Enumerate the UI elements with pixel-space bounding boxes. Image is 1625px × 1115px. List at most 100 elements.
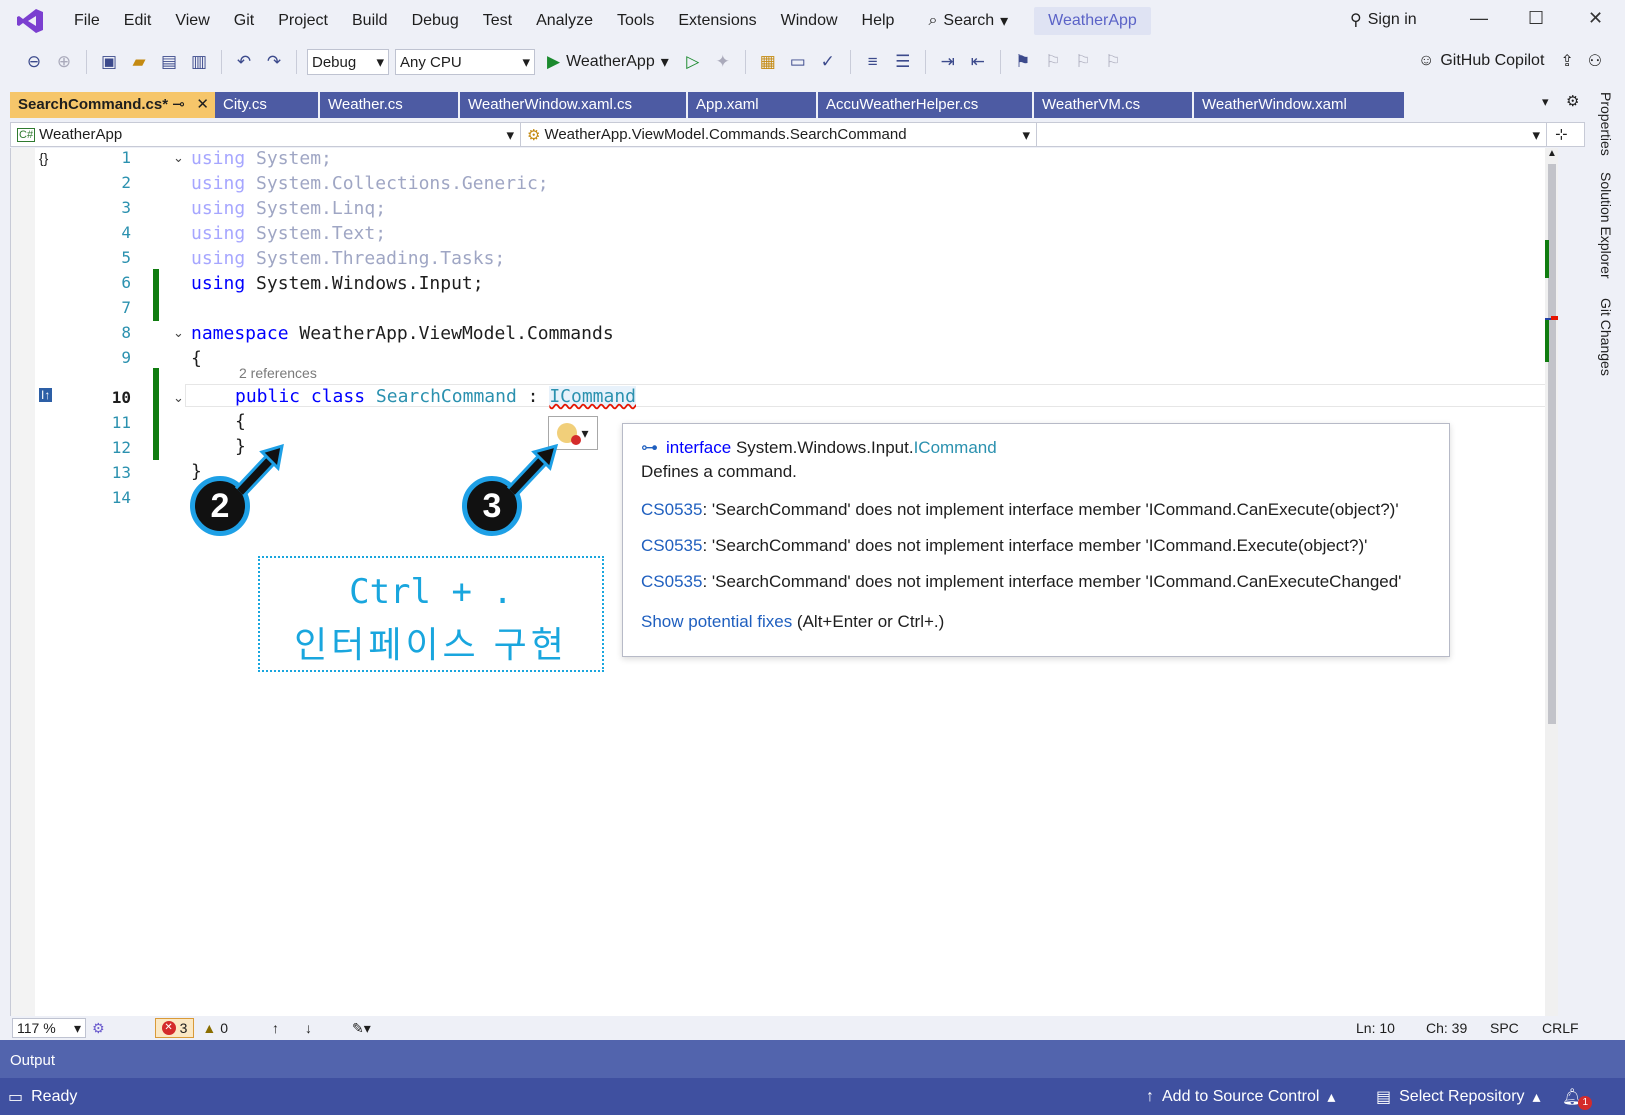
gear-icon[interactable]: ⚙ [1566, 92, 1579, 110]
format-icon[interactable]: ☰ [891, 50, 915, 74]
search-button[interactable]: ⌕ Search ▾ [918, 11, 1018, 31]
notifications-button[interactable]: 🔔︎ 1 [1562, 1084, 1593, 1110]
navigate-back-icon[interactable]: ⊖ [22, 50, 46, 74]
diagnostic-code-link[interactable]: CS0535 [641, 572, 702, 591]
line-number: 11 [111, 413, 131, 432]
outdent-icon[interactable]: ⇤ [966, 50, 990, 74]
output-panel-tab[interactable]: Output [0, 1040, 1625, 1078]
spell-check-icon[interactable]: ✓ [816, 50, 840, 74]
scrollbar-thumb[interactable] [1548, 164, 1556, 724]
solution-explorer-tab[interactable]: Solution Explorer [1598, 172, 1614, 279]
warning-count-button[interactable]: ▲ 0 [202, 1020, 228, 1036]
ready-label: Ready [31, 1087, 78, 1105]
new-project-icon[interactable]: ▣ [97, 50, 121, 74]
ch-indicator[interactable]: Ch: 39 [1426, 1020, 1467, 1036]
previous-issue-icon[interactable]: ↑ [272, 1020, 279, 1036]
redo-icon[interactable]: ↷ [262, 50, 286, 74]
menu-debug[interactable]: Debug [400, 0, 471, 42]
minimize-button[interactable]: — [1470, 8, 1488, 29]
tab-searchcommand[interactable]: SearchCommand.cs* ⊸ ✕ [10, 92, 215, 118]
close-tab-icon[interactable]: ✕ [196, 92, 209, 118]
show-potential-fixes-link[interactable]: Show potential fixes [641, 612, 792, 631]
menu-git[interactable]: Git [222, 0, 266, 42]
properties-tab[interactable]: Properties [1598, 92, 1614, 156]
github-copilot-button[interactable]: ☺ GitHub Copilot ⇪ ⚇ [1418, 51, 1602, 71]
comment-icon[interactable]: ≡ [861, 50, 885, 74]
type-dropdown[interactable]: ⚙ WeatherApp.ViewModel.Commands.SearchCom… [521, 123, 1037, 146]
save-all-icon[interactable]: ▥ [187, 50, 211, 74]
bookmark-icon[interactable]: ⚑ [1011, 50, 1035, 74]
menu-extensions[interactable]: Extensions [666, 0, 768, 42]
member-dropdown[interactable]: ▾ [1037, 123, 1547, 146]
warning-icon: ▲ [202, 1020, 217, 1036]
code-line: using System; [191, 148, 332, 169]
tab-accuweatherhelper[interactable]: AccuWeatherHelper.cs [818, 92, 1032, 118]
code-cleanup-icon[interactable]: ✎▾ [352, 1020, 371, 1037]
tab-overflow-icon[interactable]: ▾ [1542, 94, 1549, 110]
whitespace-indicator[interactable]: SPC [1490, 1020, 1519, 1036]
menu-help[interactable]: Help [850, 0, 907, 42]
menu-project[interactable]: Project [266, 0, 340, 42]
collapse-icon[interactable]: ⌄ [173, 150, 187, 166]
menu-file[interactable]: File [62, 0, 112, 42]
tooltip-keyword: interface [666, 438, 732, 457]
undo-icon[interactable]: ↶ [232, 50, 256, 74]
diagnostic-code-link[interactable]: CS0535 [641, 536, 702, 555]
menu-build[interactable]: Build [340, 0, 400, 42]
tooltip-type[interactable]: ICommand [914, 438, 997, 457]
close-window-button[interactable]: ✕ [1588, 8, 1603, 29]
hot-reload-icon[interactable]: ✦ [711, 50, 735, 74]
menu-tools[interactable]: Tools [605, 0, 666, 42]
tooltip-namespace: System.Windows.Input. [735, 438, 914, 457]
line-number-current: 10 [111, 388, 131, 407]
code-line: using System.Collections.Generic; [191, 173, 549, 194]
codelens-references[interactable]: 2 references [239, 365, 317, 381]
solution-explorer-icon[interactable]: ▦ [756, 50, 780, 74]
vertical-scrollbar[interactable]: ▲ ▼ [1545, 148, 1558, 1034]
collapse-icon[interactable]: ⌄ [173, 325, 187, 341]
maximize-button[interactable]: ☐ [1528, 8, 1544, 29]
platform-dropdown[interactable]: Any CPU ▾ [395, 49, 535, 75]
indent-icon[interactable]: ⇥ [936, 50, 960, 74]
browse-icon[interactable]: ▭ [786, 50, 810, 74]
start-without-debugging-icon[interactable]: ▷ [681, 50, 705, 74]
zoom-dropdown[interactable]: 117 % ▾ [12, 1018, 86, 1038]
standard-toolbar: ⊖ ⊕ ▣ ▰ ▤ ▥ ↶ ↷ Debug ▾ Any CPU ▾ ▶ Weat… [0, 42, 1625, 82]
ln-indicator[interactable]: Ln: 10 [1356, 1020, 1395, 1036]
menu-window[interactable]: Window [769, 0, 850, 42]
menu-view[interactable]: View [163, 0, 221, 42]
start-debugging-button[interactable]: ▶ WeatherApp ▾ [541, 52, 675, 72]
tab-weatherwindow-xaml[interactable]: WeatherWindow.xaml [1194, 92, 1404, 118]
tab-weatherwindow-xaml-cs[interactable]: WeatherWindow.xaml.cs [460, 92, 686, 118]
intellicode-icon[interactable]: ⚙ [92, 1020, 105, 1037]
sign-in-button[interactable]: ⚲ Sign in [1350, 10, 1417, 30]
split-editor-icon[interactable]: ⊹ [1555, 123, 1568, 146]
diagnostic-code-link[interactable]: CS0535 [641, 500, 702, 519]
menu-edit[interactable]: Edit [112, 0, 164, 42]
pin-icon[interactable]: ⊸ [172, 92, 185, 118]
next-bookmark-icon[interactable]: ⚐ [1071, 50, 1095, 74]
open-folder-icon[interactable]: ▰ [127, 50, 151, 74]
tab-label: AccuWeatherHelper.cs [826, 96, 979, 113]
tab-city[interactable]: City.cs [215, 92, 318, 118]
tab-app-xaml[interactable]: App.xaml [688, 92, 816, 118]
configuration-dropdown[interactable]: Debug ▾ [307, 49, 389, 75]
select-repository-button[interactable]: ▤ Select Repository ▴ [1376, 1087, 1541, 1107]
add-to-source-control-button[interactable]: ↑ Add to Source Control ▴ [1146, 1087, 1335, 1107]
git-changes-tab[interactable]: Git Changes [1598, 298, 1614, 376]
tab-weather[interactable]: Weather.cs [320, 92, 458, 118]
navigate-forward-icon[interactable]: ⊕ [52, 50, 76, 74]
save-icon[interactable]: ▤ [157, 50, 181, 74]
menu-analyze[interactable]: Analyze [524, 0, 605, 42]
diagnostic-item: CS0535: 'SearchCommand' does not impleme… [641, 500, 1431, 520]
menu-test[interactable]: Test [471, 0, 524, 42]
implements-interface-icon[interactable]: I↑ [39, 388, 53, 402]
error-count-button[interactable]: ✕ 3 [154, 1018, 195, 1038]
clear-bookmarks-icon[interactable]: ⚐ [1101, 50, 1125, 74]
tab-weathervm[interactable]: WeatherVM.cs [1034, 92, 1192, 118]
next-issue-icon[interactable]: ↓ [305, 1020, 312, 1036]
line-ending-indicator[interactable]: CRLF [1542, 1020, 1579, 1036]
project-dropdown[interactable]: C# WeatherApp ▾ [11, 123, 521, 146]
scroll-up-icon[interactable]: ▲ [1547, 148, 1557, 159]
prev-bookmark-icon[interactable]: ⚐ [1041, 50, 1065, 74]
